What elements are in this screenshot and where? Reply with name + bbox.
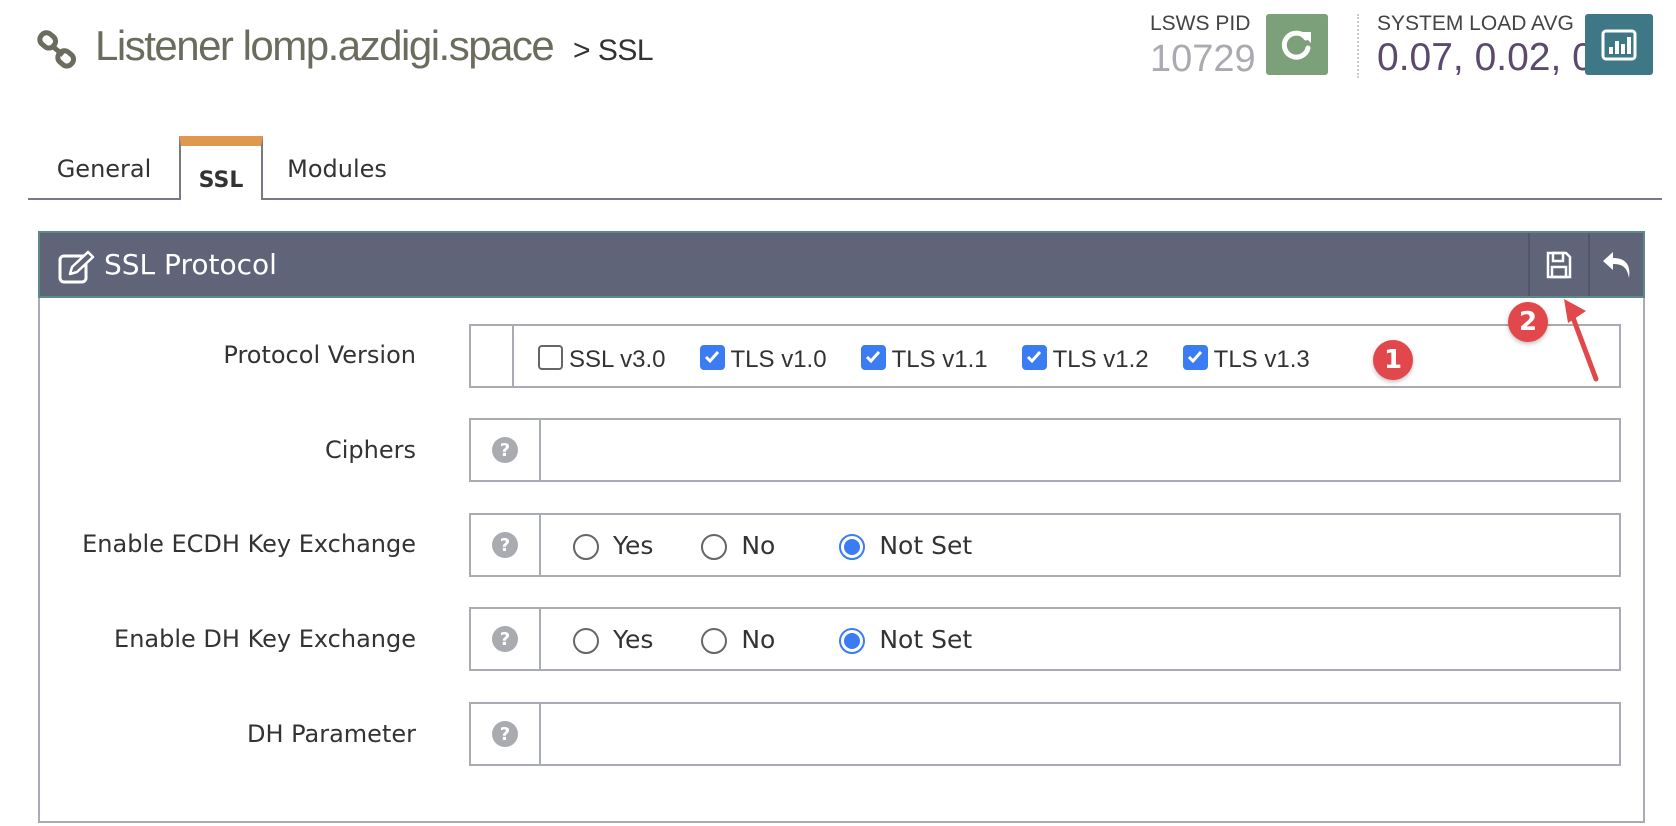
protocol-options: SSL v3.0 TLS v1.0 TLS v1.1 TLS v1.2 TLS … (538, 330, 1344, 390)
dh-parameter-field[interactable]: ? (469, 702, 1621, 766)
checkbox-tls-v1-1[interactable]: TLS v1.1 (860, 344, 988, 374)
radio-dh-not-set[interactable]: Not Set (839, 624, 972, 654)
radio-ecdh-no[interactable]: No (701, 530, 775, 560)
stats-button[interactable] (1585, 14, 1653, 75)
checkbox-box[interactable] (1182, 344, 1208, 370)
edit-icon (58, 250, 95, 284)
checkbox-box[interactable] (538, 344, 563, 370)
bar-chart-icon (1601, 29, 1637, 60)
breadcrumb-current: > SSL (573, 34, 654, 67)
tabs-baseline (28, 198, 1662, 200)
load-label: SYSTEM LOAD AVG (1377, 12, 1574, 35)
ciphers-field[interactable]: ? (469, 418, 1621, 482)
radio-label: Yes (613, 624, 654, 654)
checkbox-label: TLS v1.3 (1213, 346, 1310, 373)
radio-label: No (741, 624, 776, 654)
checkbox-tls-v1-0[interactable]: TLS v1.0 (699, 344, 827, 374)
radio-label: Not Set (879, 530, 973, 560)
check-icon (1188, 351, 1203, 364)
header-divider (1357, 14, 1359, 78)
checkbox-label: SSL v3.0 (569, 346, 666, 373)
checkbox-tls-v1-3[interactable]: TLS v1.3 (1182, 344, 1310, 374)
dh-field: ? Yes No Not Set (469, 607, 1621, 671)
help-cell[interactable]: ? (471, 420, 541, 480)
radio-label: Not Set (879, 624, 973, 654)
checkbox-label: TLS v1.2 (1052, 346, 1149, 373)
pid-value: 10729 (1150, 38, 1256, 80)
tab-ssl[interactable]: SSL (179, 136, 263, 200)
radio-circle[interactable] (701, 534, 728, 560)
radio-ecdh-yes[interactable]: Yes (573, 530, 653, 560)
link-icon (37, 30, 77, 69)
ecdh-options: Yes No Not Set (573, 515, 1020, 575)
check-icon (1027, 351, 1042, 364)
help-icon[interactable]: ? (492, 532, 518, 558)
help-icon[interactable]: ? (492, 626, 518, 652)
radio-ecdh-not-set[interactable]: Not Set (839, 530, 972, 560)
checkbox-label: TLS v1.0 (730, 346, 827, 373)
radio-dh-yes[interactable]: Yes (573, 624, 653, 654)
save-button[interactable] (1528, 233, 1588, 296)
annotation-arrow-icon (1564, 299, 1599, 382)
ecdh-field: ? Yes No Not Set (469, 513, 1621, 577)
undo-button[interactable] (1588, 233, 1644, 296)
help-icon[interactable]: ? (492, 437, 518, 463)
panel-title: SSL Protocol (104, 248, 277, 281)
radio-label: Yes (613, 530, 654, 560)
help-icon[interactable]: ? (492, 721, 518, 747)
help-cell[interactable]: ? (471, 704, 541, 764)
tab-modules[interactable]: Modules (263, 140, 411, 198)
panel-header (38, 231, 1645, 298)
save-icon (1546, 251, 1572, 278)
page-title: Listener lomp.azdigi.space (95, 22, 555, 69)
protocol-version-field: SSL v3.0 TLS v1.0 TLS v1.1 TLS v1.2 TLS … (469, 324, 1621, 388)
checkbox-box[interactable] (860, 344, 886, 370)
radio-circle[interactable] (701, 628, 728, 654)
radio-circle[interactable] (573, 628, 599, 654)
undo-icon (1603, 251, 1630, 278)
help-cell (471, 326, 514, 386)
checkbox-ssl-v3[interactable]: SSL v3.0 (538, 344, 666, 374)
help-cell[interactable]: ? (471, 609, 541, 669)
restart-button[interactable] (1266, 14, 1328, 75)
annotation-badge-1: 1 (1373, 340, 1413, 380)
help-cell[interactable]: ? (471, 515, 541, 575)
radio-circle[interactable] (839, 534, 866, 560)
radio-circle[interactable] (573, 534, 599, 560)
check-icon (866, 351, 881, 364)
radio-label: No (741, 530, 776, 560)
restart-icon (1281, 30, 1311, 60)
tab-general[interactable]: General (28, 140, 180, 198)
dh-options: Yes No Not Set (573, 609, 1020, 669)
dh-label: Enable DH Key Exchange (114, 625, 416, 653)
checkbox-tls-v1-2[interactable]: TLS v1.2 (1021, 344, 1149, 374)
radio-circle[interactable] (839, 628, 866, 654)
check-icon (704, 351, 720, 364)
checkbox-box[interactable] (699, 344, 725, 370)
load-value: 0.07, 0.02, 0 (1377, 36, 1594, 79)
protocol-version-label: Protocol Version (223, 341, 416, 369)
checkbox-box[interactable] (1021, 344, 1047, 370)
dh-parameter-label: DH Parameter (246, 720, 416, 748)
annotation-badge-2: 2 (1508, 302, 1548, 342)
pid-label: LSWS PID (1150, 12, 1251, 35)
ciphers-label: Ciphers (324, 436, 416, 464)
ecdh-label: Enable ECDH Key Exchange (82, 530, 416, 558)
radio-dh-no[interactable]: No (701, 624, 775, 654)
checkbox-label: TLS v1.1 (891, 346, 988, 373)
